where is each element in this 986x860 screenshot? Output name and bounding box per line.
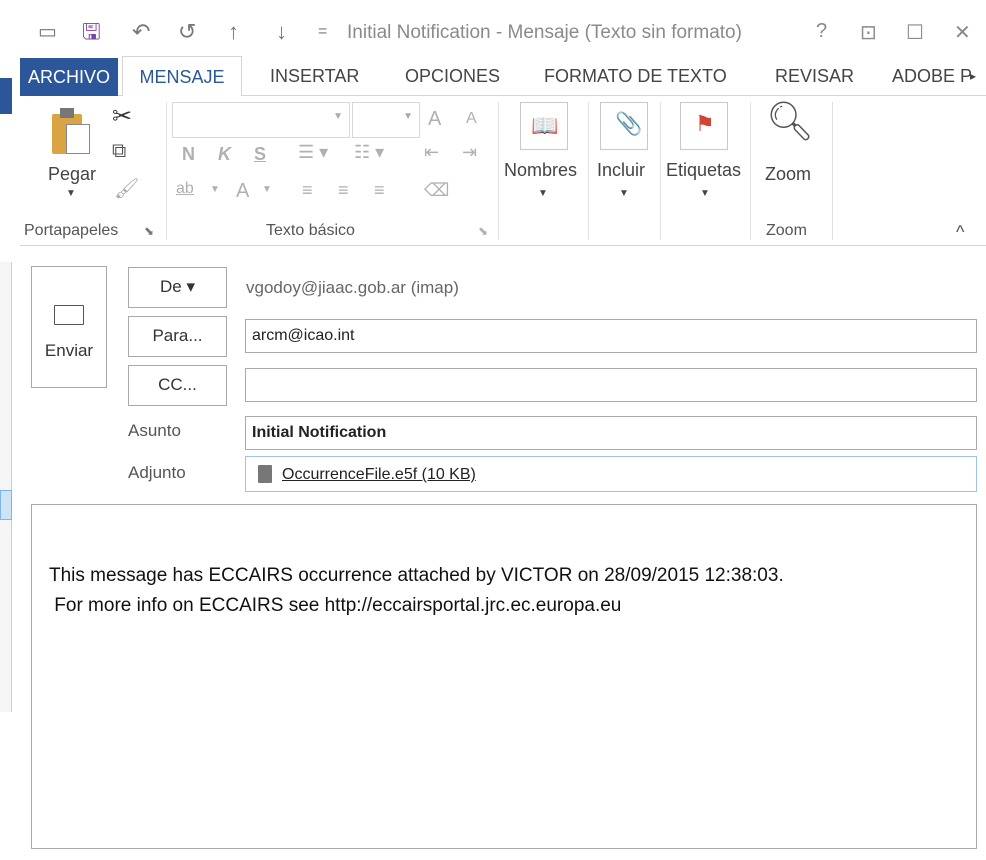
next-item-icon[interactable]: ↓ [276, 18, 287, 46]
redo-icon[interactable]: ↺ [178, 18, 196, 46]
save-icon[interactable]: 🖫 [82, 18, 101, 46]
cc-button[interactable]: CC... [128, 365, 227, 406]
previous-item-icon[interactable]: ↑ [228, 18, 239, 46]
to-button[interactable]: Para... [128, 316, 227, 357]
outlook-message-icon: ▭ [38, 21, 57, 43]
group-separator [832, 102, 833, 240]
font-color-dropdown-icon[interactable]: ▼ [262, 184, 272, 195]
zoom-group-label: Zoom [766, 222, 807, 239]
basic-text-group-label: Texto básico [266, 222, 355, 239]
cc-field[interactable] [245, 368, 977, 402]
attachment-file-icon [258, 465, 272, 483]
align-right-icon[interactable]: ≡ [374, 180, 385, 201]
shrink-font-button[interactable]: A [466, 110, 477, 128]
body-line-1: This message has ECCAIRS occurrence atta… [49, 565, 784, 586]
send-envelope-icon [54, 305, 84, 325]
group-separator [498, 102, 499, 240]
paste-icon [52, 108, 92, 154]
grow-font-button[interactable]: A [428, 108, 441, 131]
tags-dropdown-icon[interactable]: ▼ [700, 188, 710, 199]
names-button[interactable]: Nombres [504, 160, 577, 181]
cut-icon[interactable]: ✂ [112, 102, 132, 131]
body-line-2: For more info on ECCAIRS see http://ecca… [49, 595, 622, 616]
window-title: Initial Notification - Mensaje (Texto si… [347, 22, 742, 43]
subject-field[interactable]: Initial Notification [245, 416, 977, 450]
zoom-button[interactable]: Zoom [765, 164, 811, 185]
to-field[interactable]: arcm@icao.int [245, 319, 977, 353]
subject-label: Asunto [128, 421, 181, 440]
numbering-icon[interactable]: ☷ ▾ [354, 142, 384, 163]
highlight-dropdown-icon[interactable]: ▼ [210, 184, 220, 195]
background-selected-item [0, 490, 12, 520]
decrease-indent-icon[interactable]: ⇤ [424, 142, 439, 163]
collapse-ribbon-button[interactable]: ^ [956, 222, 964, 243]
background-window-strip [0, 0, 20, 860]
include-dropdown-icon[interactable]: ▼ [619, 188, 629, 199]
align-center-icon[interactable]: ≡ [338, 180, 349, 201]
ribbon-display-options-button[interactable]: ⊡ [860, 20, 877, 45]
customize-quick-access-icon[interactable]: = [318, 18, 327, 46]
zoom-magnifier-icon[interactable]: 🔍︎ [766, 100, 814, 144]
clipboard-launcher-icon[interactable]: ⬊ [144, 224, 154, 238]
align-left-icon[interactable]: ≡ [302, 180, 313, 201]
bullets-icon[interactable]: ☰ ▾ [298, 142, 328, 163]
tab-archivo[interactable]: ARCHIVO [20, 58, 118, 96]
bold-button[interactable]: N [182, 144, 195, 165]
basic-text-launcher-icon[interactable]: ⬊ [478, 224, 488, 238]
tab-mensaje[interactable]: MENSAJE [122, 56, 242, 99]
group-separator [750, 102, 751, 240]
font-color-button[interactable]: A [236, 180, 249, 203]
font-name-dropdown[interactable]: ▼ [172, 102, 350, 138]
tags-button[interactable]: Etiquetas [666, 160, 741, 181]
attachment-label: Adjunto [128, 463, 186, 482]
paste-dropdown-icon[interactable]: ▼ [66, 188, 76, 199]
font-size-dropdown[interactable]: ▼ [352, 102, 420, 138]
tab-adobe[interactable]: ADOBE P [892, 56, 972, 96]
ribbon: Pegar ▼ ✂ ⧉ 🖌 Portapapeles ⬊ ▼ ▼ A A N K… [20, 96, 986, 246]
clear-formatting-icon[interactable]: ⌫ [424, 180, 449, 201]
background-panel [0, 262, 12, 712]
group-separator [588, 102, 589, 240]
group-separator [166, 102, 167, 240]
title-bar: ▭ 🖫 ↶ ↺ ↑ ↓ = Initial Notification - Men… [20, 0, 986, 62]
names-dropdown-icon[interactable]: ▼ [538, 188, 548, 199]
background-blue-block [0, 78, 12, 114]
paperclip-icon[interactable]: 📎 [600, 102, 648, 150]
include-button[interactable]: Incluir [597, 160, 645, 181]
undo-icon[interactable]: ↶ [132, 18, 150, 46]
group-separator [660, 102, 661, 240]
address-book-icon[interactable]: 📖 [520, 102, 568, 150]
help-button[interactable]: ? [816, 20, 827, 43]
increase-indent-icon[interactable]: ⇥ [462, 142, 477, 163]
tab-opciones[interactable]: OPCIONES [405, 56, 500, 96]
clipboard-group-label: Portapapeles [24, 222, 119, 239]
message-body[interactable]: This message has ECCAIRS occurrence atta… [31, 504, 977, 849]
attachment-file-link[interactable]: OccurrenceFile.e5f (10 KB) [282, 459, 476, 491]
send-button[interactable]: Enviar [31, 266, 107, 388]
flag-icon[interactable]: ⚑ [680, 102, 728, 150]
ribbon-tabs: ARCHIVO MENSAJE INSERTAR OPCIONES FORMAT… [20, 56, 986, 99]
close-button[interactable]: ✕ [954, 20, 971, 45]
send-label: Enviar [44, 341, 94, 360]
underline-button[interactable]: S [254, 144, 266, 165]
tab-insertar[interactable]: INSERTAR [270, 56, 359, 96]
format-painter-icon[interactable]: 🖌 [114, 176, 139, 201]
italic-button[interactable]: K [218, 144, 231, 165]
tab-revisar[interactable]: REVISAR [775, 56, 854, 96]
tabs-scroll-right-icon[interactable]: ▸ [970, 56, 976, 96]
highlight-button[interactable]: ab [176, 180, 194, 198]
from-value: vgodoy@jiaac.gob.ar (imap) [246, 278, 459, 297]
paste-button[interactable]: Pegar [48, 164, 96, 185]
maximize-button[interactable]: ☐ [906, 20, 924, 45]
tab-formato-de-texto[interactable]: FORMATO DE TEXTO [544, 56, 727, 96]
from-button[interactable]: De ▾ [128, 267, 227, 308]
copy-icon[interactable]: ⧉ [112, 140, 126, 163]
attachment-field[interactable]: OccurrenceFile.e5f (10 KB) [245, 456, 977, 492]
